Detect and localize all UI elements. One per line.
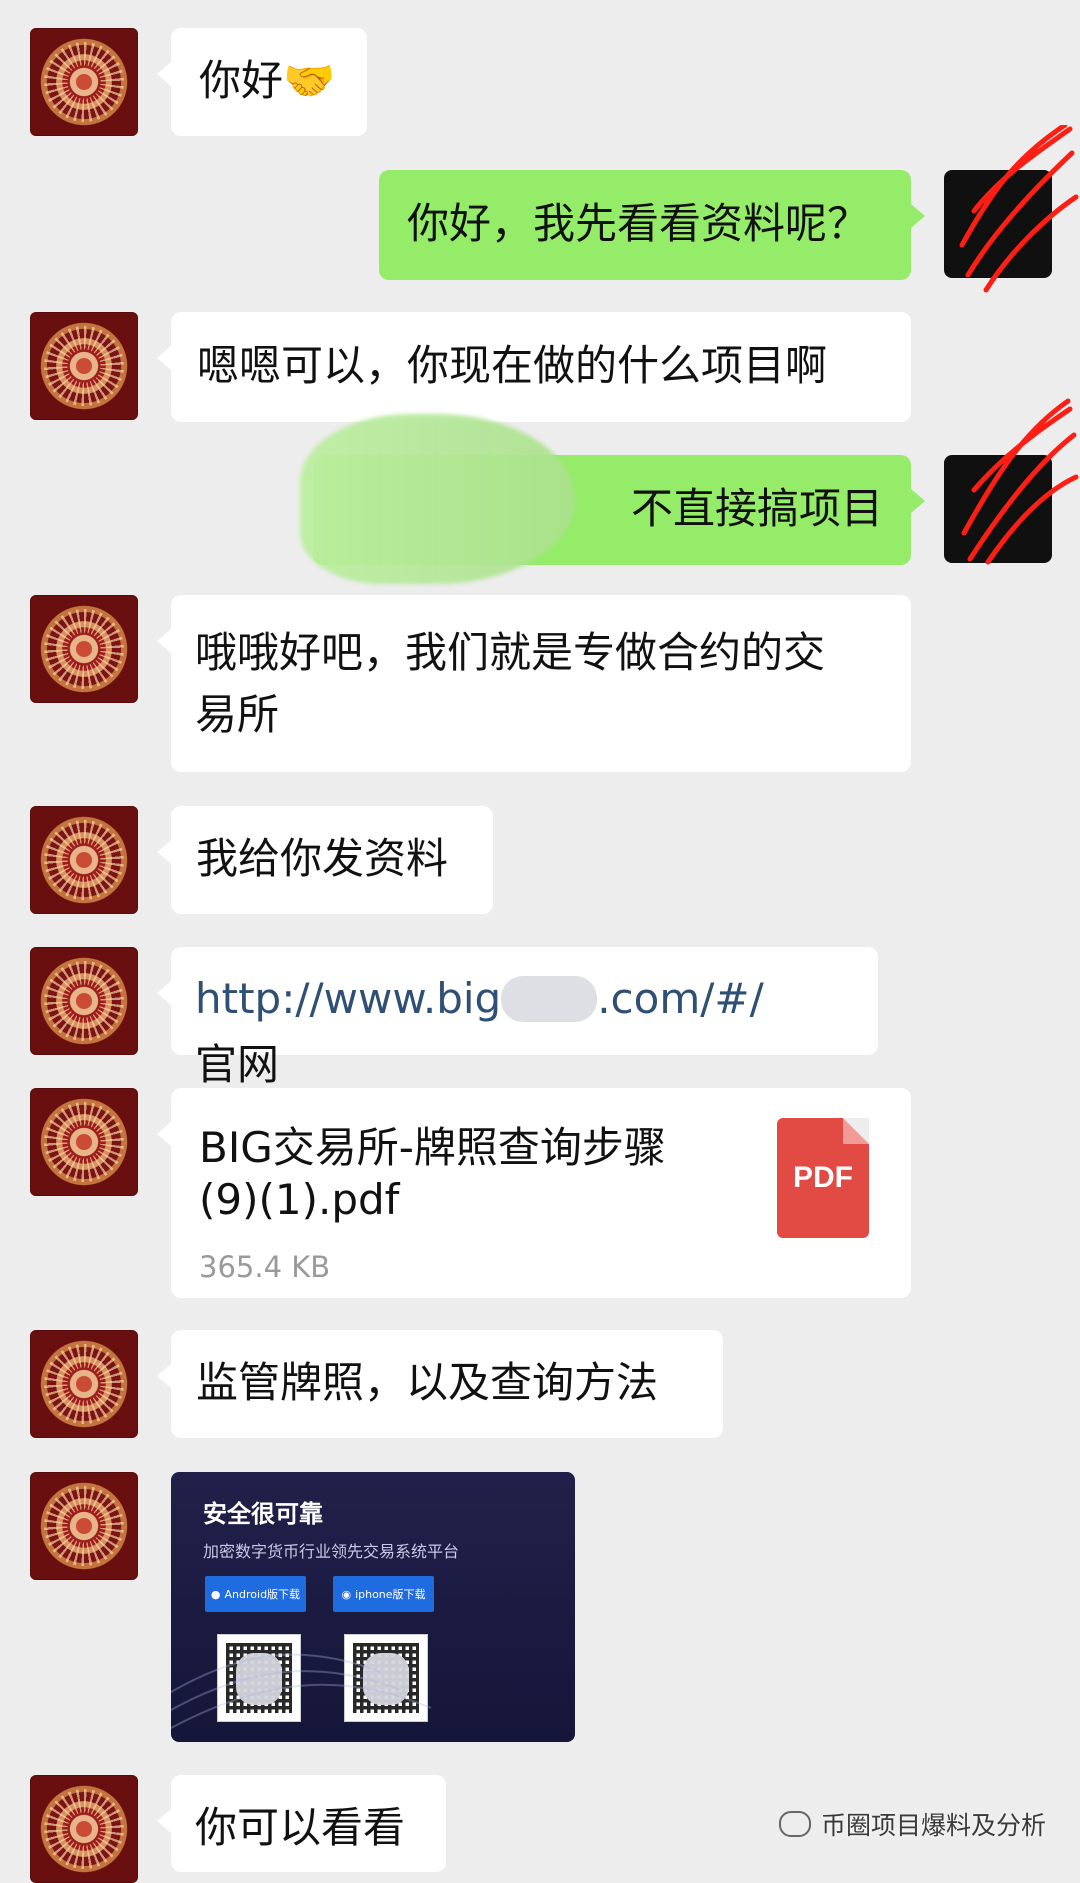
file-message[interactable]: BIG交易所-牌照查询步骤 (9)(1).pdf 365.4 KB PDF	[157, 1088, 911, 1298]
card-lines-decoration	[171, 1653, 432, 1729]
message-text: 你好🤝	[199, 56, 336, 105]
avatar[interactable]	[30, 312, 138, 420]
message-bubble[interactable]: 哦哦好吧，我们就是专做合约的交 易所	[157, 595, 911, 772]
message-text: 嗯嗯可以，你现在做的什么项目啊	[197, 341, 828, 390]
link-suffix: .com/#/	[597, 974, 764, 1023]
avatar[interactable]	[30, 1330, 138, 1438]
user-avatar[interactable]	[944, 455, 1052, 563]
avatar[interactable]	[30, 1775, 138, 1883]
message-text: 我给你发资料	[196, 834, 449, 883]
avatar[interactable]	[30, 947, 138, 1055]
message-bubble[interactable]: 你可以看看	[157, 1775, 446, 1872]
message-text-line-2: 易所	[195, 690, 280, 739]
message-text: 不直接搞项目	[630, 484, 883, 533]
avatar[interactable]	[30, 806, 138, 914]
message-text: 你可以看看	[195, 1803, 406, 1852]
avatar[interactable]	[30, 595, 138, 703]
message-bubble[interactable]: http://www.big .com/#/ 官网	[157, 947, 878, 1089]
watermark: 币圈项目爆料及分析	[778, 1806, 1046, 1842]
blur-overlay	[300, 414, 575, 584]
blur-pill	[501, 976, 598, 1022]
message-bubble[interactable]: 你好🤝	[157, 28, 367, 136]
message-bubble[interactable]: 监管牌照，以及查询方法	[157, 1330, 723, 1438]
message-bubble[interactable]: 你好，我先看看资料呢？	[379, 170, 925, 280]
user-avatar[interactable]	[944, 170, 1052, 278]
message-text: 你好，我先看看资料呢？	[407, 199, 870, 248]
website-link[interactable]: http://www.big .com/#/	[195, 974, 764, 1023]
message-text-line-1: 哦哦好吧，我们就是专做合约的交	[195, 628, 826, 677]
image-card[interactable]: 安全很可靠 加密数字货币行业领先交易系统平台 ● Android版下载 ◉ ipho…	[171, 1472, 575, 1742]
link-prefix: http://www.big	[195, 974, 502, 1023]
message-text: 监管牌照，以及查询方法	[196, 1358, 659, 1407]
message-bubble[interactable]: 嗯嗯可以，你现在做的什么项目啊	[157, 312, 911, 422]
wechat-icon	[778, 1811, 811, 1837]
avatar[interactable]	[30, 1088, 138, 1196]
pdf-icon: PDF	[777, 1118, 869, 1238]
file-size: 365.4 KB	[199, 1250, 331, 1284]
avatar[interactable]	[30, 28, 138, 136]
link-label: 官网	[195, 1040, 280, 1089]
message-bubble[interactable]: 我给你发资料	[157, 806, 493, 914]
watermark-text: 币圈项目爆料及分析	[820, 1811, 1046, 1840]
avatar[interactable]	[30, 1472, 138, 1580]
